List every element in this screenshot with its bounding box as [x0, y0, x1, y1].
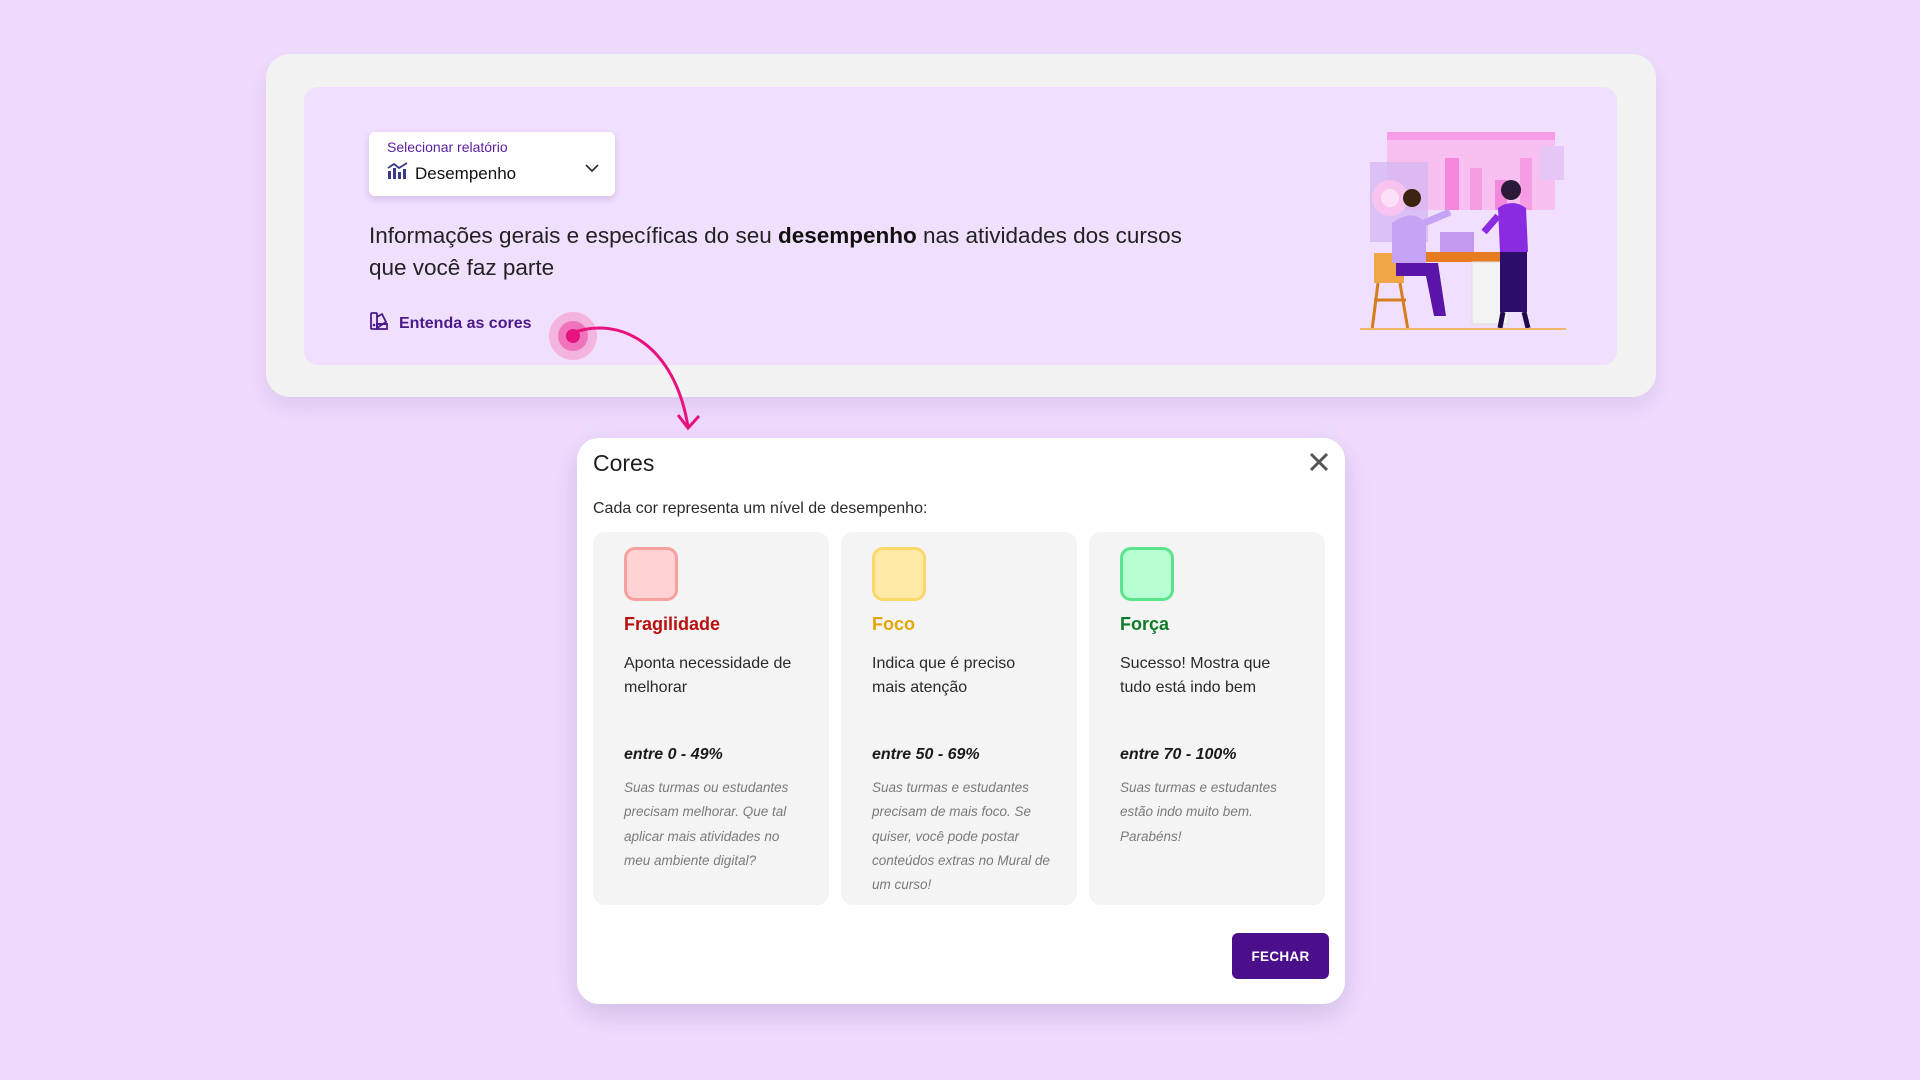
chart-bars-icon — [387, 162, 409, 185]
modal-subtitle: Cada cor representa um nível de desempen… — [593, 500, 928, 517]
card-title: Fragilidade — [624, 614, 721, 634]
report-select[interactable]: Selecionar relatório Desempenho — [369, 132, 615, 196]
pointer-arrow-icon — [571, 326, 701, 431]
chevron-down-icon[interactable] — [585, 160, 599, 178]
card-description: Indica que é preciso mais atenção — [872, 655, 1016, 696]
report-select-value: Desempenho — [415, 163, 517, 183]
color-card-fragilidade: Fragilidade Aponta necessidade de melhor… — [593, 532, 829, 905]
card-title: Força — [1120, 614, 1170, 634]
card-title: Foco — [872, 614, 915, 634]
understand-colors-link[interactable]: Entenda as cores — [369, 311, 532, 336]
card-range: entre 0 - 49% — [624, 746, 723, 763]
card-note: Suas turmas e estudantes estão indo muit… — [1120, 780, 1277, 844]
color-swatch — [624, 547, 678, 601]
understand-colors-label: Entenda as cores — [399, 314, 532, 332]
card-note: Suas turmas ou estudantes precisam melho… — [624, 780, 789, 868]
report-description-start: Informações gerais e específicas do seu — [369, 223, 778, 248]
palette-icon — [369, 311, 389, 336]
report-select-value-row: Desempenho — [387, 162, 516, 185]
card-description: Aponta necessidade de melhorar — [624, 655, 792, 696]
color-swatch — [872, 547, 926, 601]
color-card-forca: Força Sucesso! Mostra que tudo está indo… — [1089, 532, 1325, 905]
card-range: entre 50 - 69% — [872, 746, 980, 763]
card-description: Sucesso! Mostra que tudo está indo bem — [1120, 655, 1271, 696]
team-analytics-illustration — [1360, 132, 1566, 331]
close-icon[interactable] — [1309, 452, 1329, 477]
modal-title: Cores — [593, 450, 655, 476]
color-swatch — [1120, 547, 1174, 601]
report-description-highlight: desempenho — [777, 223, 917, 248]
color-card-foco: Foco Indica que é preciso mais atenção e… — [841, 532, 1077, 905]
report-description: Informações gerais e específicas do seu … — [369, 220, 1209, 284]
close-button[interactable]: FECHAR — [1232, 933, 1329, 979]
card-note: Suas turmas e estudantes precisam de mai… — [872, 780, 1050, 893]
card-range: entre 70 - 100% — [1120, 746, 1237, 763]
colors-modal: Cores Cada cor representa um nível de de… — [577, 438, 1345, 1004]
color-level-cards: Fragilidade Aponta necessidade de melhor… — [593, 532, 1325, 905]
report-select-label: Selecionar relatório — [387, 139, 508, 155]
